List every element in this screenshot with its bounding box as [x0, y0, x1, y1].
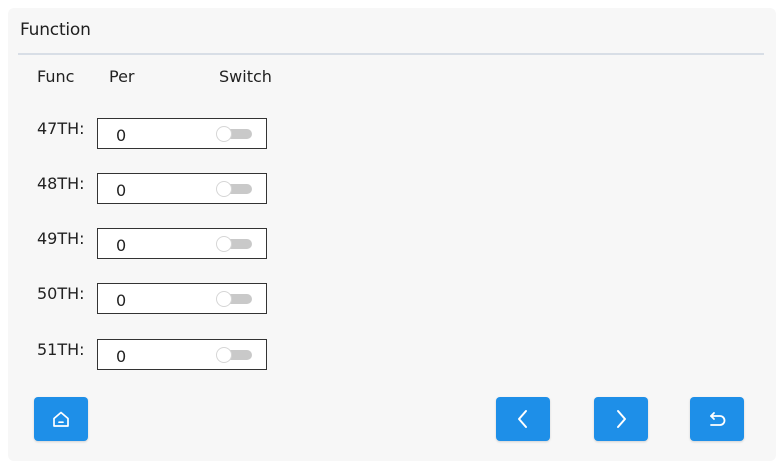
row-label: 47TH:: [37, 119, 85, 138]
row-label: 51TH:: [37, 340, 85, 359]
toggle-knob: [216, 126, 232, 142]
home-icon: [53, 411, 69, 427]
chevron-left-icon: [518, 410, 527, 428]
row-label: 49TH:: [37, 229, 85, 248]
switch-toggle[interactable]: [216, 181, 256, 197]
toggle-knob: [216, 181, 232, 197]
header-func: Func: [37, 67, 75, 86]
switch-toggle[interactable]: [216, 236, 256, 252]
switch-toggle[interactable]: [216, 126, 256, 142]
switch-toggle[interactable]: [216, 291, 256, 307]
per-value-field[interactable]: 0: [97, 228, 267, 259]
per-value: 0: [116, 126, 127, 145]
header-per: Per: [109, 67, 135, 86]
per-value: 0: [116, 347, 127, 366]
back-button[interactable]: [690, 397, 744, 441]
header-switch: Switch: [219, 67, 272, 86]
prev-button[interactable]: [496, 397, 550, 441]
toggle-knob: [216, 347, 232, 363]
per-value: 0: [116, 181, 127, 200]
row-label: 48TH:: [37, 174, 85, 193]
switch-toggle[interactable]: [216, 347, 256, 363]
next-button[interactable]: [594, 397, 648, 441]
per-value-field[interactable]: 0: [97, 118, 267, 149]
per-value-field[interactable]: 0: [97, 339, 267, 370]
per-value: 0: [116, 236, 127, 255]
per-value-field[interactable]: 0: [97, 173, 267, 204]
return-icon: [710, 412, 726, 426]
toggle-knob: [216, 236, 232, 252]
title-divider: [18, 53, 764, 55]
row-label: 50TH:: [37, 284, 85, 303]
chevron-right-icon: [617, 410, 626, 428]
page-title: Function: [20, 20, 91, 40]
per-value-field[interactable]: 0: [97, 283, 267, 314]
home-button[interactable]: [34, 397, 88, 441]
toggle-knob: [216, 291, 232, 307]
per-value: 0: [116, 291, 127, 310]
